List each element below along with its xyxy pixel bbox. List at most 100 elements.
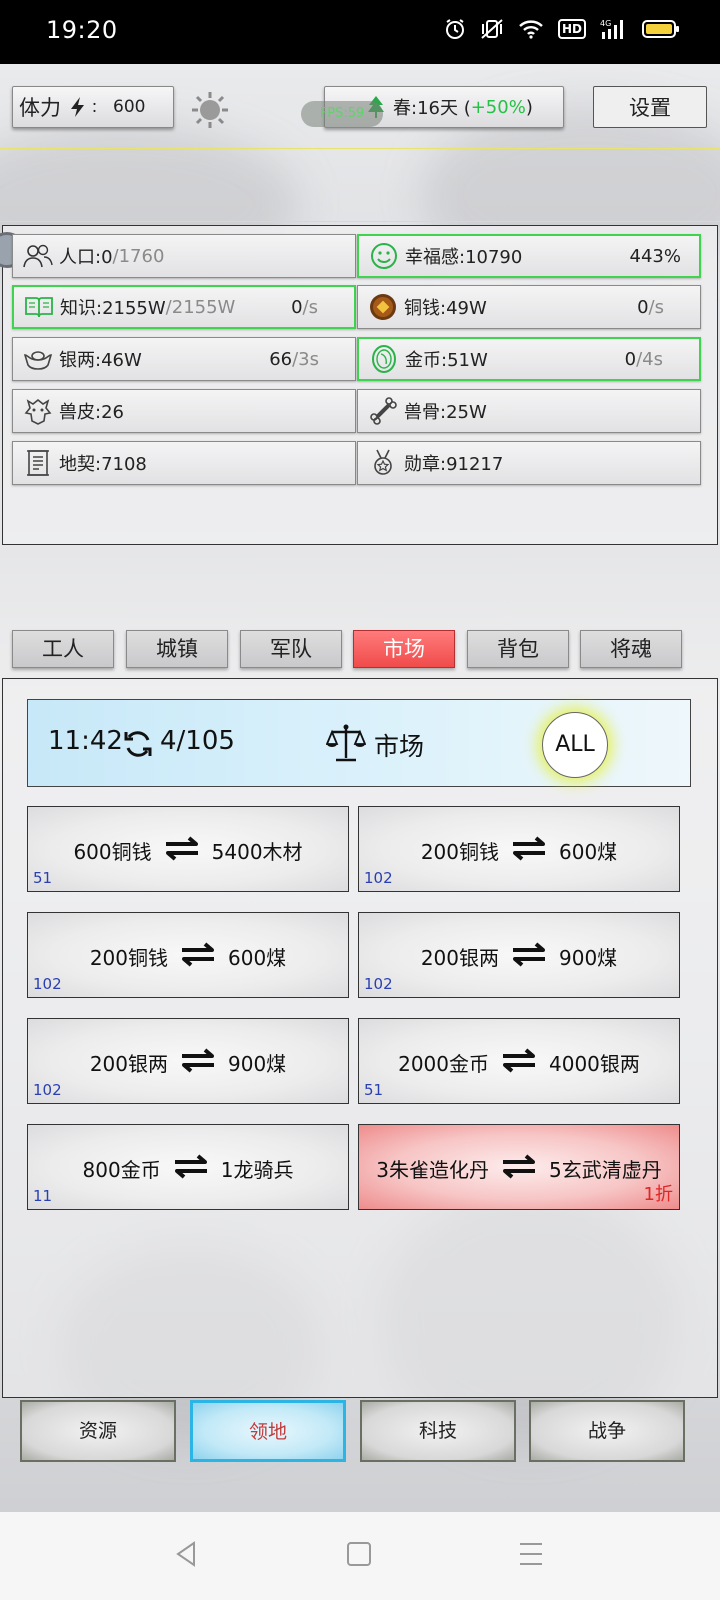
resource-hide: 兽皮:26 <box>12 389 356 433</box>
resource-deed: 地契:7108 <box>12 441 356 485</box>
resource-bone: 兽骨:25W <box>357 389 701 433</box>
menu-icon[interactable] <box>518 1540 544 1568</box>
trade-get: 600煤 <box>228 946 287 970</box>
trade-exchange: 200银两 900煤 <box>28 1047 348 1078</box>
back-icon[interactable] <box>172 1540 200 1568</box>
weather-sun-icon <box>190 90 230 134</box>
nav-war[interactable]: 战争 <box>529 1400 685 1462</box>
trade-stock: 51 <box>33 869 53 887</box>
trade-give: 200银两 <box>420 946 499 970</box>
resource-happiness: 幸福感:10790 443% <box>357 234 701 278</box>
market-refresh-count: 4/105 <box>160 726 235 756</box>
trade-get: 600煤 <box>559 840 618 864</box>
fps-indicator: FPS:59 <box>301 101 383 127</box>
season-bonus: +50% <box>470 96 526 118</box>
tab-workers[interactable]: 工人 <box>12 630 114 668</box>
vibrate-mute-icon <box>481 19 503 39</box>
category-tabs: 工人 城镇 军队 市场 背包 将魂 <box>12 630 712 668</box>
tab-general-souls[interactable]: 将魂 <box>580 630 682 668</box>
trade-offer[interactable]: 200铜钱 600煤 102 <box>358 806 680 892</box>
trade-get: 5玄武清虚丹 <box>549 1158 662 1182</box>
trade-offer[interactable]: 600铜钱 5400木材 51 <box>27 806 349 892</box>
alarm-icon <box>445 19 464 39</box>
resource-copper-rate: 0/s <box>637 296 664 318</box>
resource-copper-name: 铜钱:49W <box>404 298 487 319</box>
market-header: 11:42 4/105 市场 ALL <box>27 699 691 787</box>
resources-panel: 人口:0/1760 幸福感:10790 443% 知识:2155W/2155W … <box>0 225 718 545</box>
resource-happiness-name: 幸福感:10790 <box>405 247 523 268</box>
swap-arrows-icon <box>501 1153 537 1184</box>
trade-give: 200银两 <box>89 1052 168 1076</box>
resource-silver-name: 银两:46W <box>59 350 142 371</box>
trade-exchange: 3朱雀造化丹 5玄武清虚丹 <box>359 1153 679 1184</box>
trade-offer[interactable]: 200铜钱 600煤 102 <box>27 912 349 998</box>
trade-offer[interactable]: 3朱雀造化丹 5玄武清虚丹 1折 <box>358 1124 680 1210</box>
trade-offer[interactable]: 2000金币 4000银两 51 <box>358 1018 680 1104</box>
season-close: ) <box>525 96 533 118</box>
book-icon <box>24 292 54 322</box>
trade-stock: 102 <box>33 1081 62 1099</box>
trade-exchange: 800金币 1龙骑兵 <box>28 1153 348 1184</box>
swap-arrows-icon <box>173 1153 209 1184</box>
system-status-bar: 19:20 HD 4G <box>0 0 720 64</box>
home-icon[interactable] <box>346 1540 372 1568</box>
resource-gold: 金币:51W 0/4s <box>357 337 701 381</box>
battery-icon <box>642 20 679 38</box>
lightning-icon <box>71 97 84 117</box>
market-panel: 11:42 4/105 市场 ALL 600铜钱 5400木材 51 200铜钱 600… <box>2 678 718 1398</box>
resource-gold-name: 金币:51W <box>405 350 488 371</box>
market-title: 市场 <box>374 732 425 761</box>
gold-coin-icon <box>369 344 399 374</box>
nav-technology[interactable]: 科技 <box>360 1400 516 1462</box>
trade-exchange: 200铜钱 600煤 <box>28 941 348 972</box>
resource-silver: 银两:46W 66/3s <box>12 337 356 381</box>
trade-give: 3朱雀造化丹 <box>376 1158 489 1182</box>
resource-medal: 勋章:91217 <box>357 441 701 485</box>
tab-backpack[interactable]: 背包 <box>467 630 569 668</box>
swap-arrows-icon <box>180 941 216 972</box>
trade-give: 600铜钱 <box>73 840 152 864</box>
trade-stock: 102 <box>364 869 393 887</box>
svg-text:4G: 4G <box>600 19 611 28</box>
trade-exchange: 600铜钱 5400木材 <box>28 835 348 866</box>
trade-get: 900煤 <box>228 1052 287 1076</box>
resource-bone-name: 兽骨:25W <box>404 402 487 423</box>
trade-get: 900煤 <box>559 946 618 970</box>
trade-exchange: 200银两 900煤 <box>359 941 679 972</box>
resource-population-name: 人口:0 <box>59 247 113 268</box>
tab-army[interactable]: 军队 <box>240 630 342 668</box>
resource-gold-rate: 0/4s <box>624 348 663 370</box>
stamina-separator: ： <box>91 100 105 116</box>
resource-knowledge-rate: 0/s <box>291 296 318 318</box>
trade-stock: 11 <box>33 1187 53 1205</box>
market-refresh-timer: 11:42 <box>48 726 123 756</box>
trade-get: 4000银两 <box>549 1052 640 1076</box>
stamina-value: 600 <box>113 97 146 117</box>
refresh-icon[interactable] <box>122 728 154 764</box>
announcement-banner <box>0 148 720 222</box>
stamina-display: 体力 ： 600 <box>12 86 174 128</box>
status-icons: HD 4G <box>444 18 680 40</box>
bottom-navigation: 资源 领地 科技 战争 <box>0 1386 720 1512</box>
trade-stock: 102 <box>364 975 393 993</box>
resource-medal-name: 勋章:91217 <box>404 454 504 475</box>
nav-territory[interactable]: 领地 <box>190 1400 346 1462</box>
trade-give: 200铜钱 <box>89 946 168 970</box>
stamina-label: 体力 <box>19 96 61 120</box>
trade-offer[interactable]: 200银两 900煤 102 <box>358 912 680 998</box>
settings-button[interactable]: 设置 <box>593 86 707 128</box>
trade-offer[interactable]: 800金币 1龙骑兵 11 <box>27 1124 349 1210</box>
medal-icon <box>368 448 398 478</box>
all-button[interactable]: ALL <box>542 712 608 778</box>
swap-arrows-icon <box>164 835 200 866</box>
wifi-icon <box>519 20 543 39</box>
resource-happiness-pct: 443% <box>629 245 681 267</box>
tab-town[interactable]: 城镇 <box>126 630 228 668</box>
signal-4g-icon: 4G <box>600 19 623 39</box>
trade-give: 2000金币 <box>398 1052 489 1076</box>
tab-market[interactable]: 市场 <box>353 630 455 668</box>
trade-get: 5400木材 <box>211 840 303 864</box>
trade-offer[interactable]: 200银两 900煤 102 <box>27 1018 349 1104</box>
season-label: 春:16天 ( <box>393 98 471 119</box>
nav-resources[interactable]: 资源 <box>20 1400 176 1462</box>
